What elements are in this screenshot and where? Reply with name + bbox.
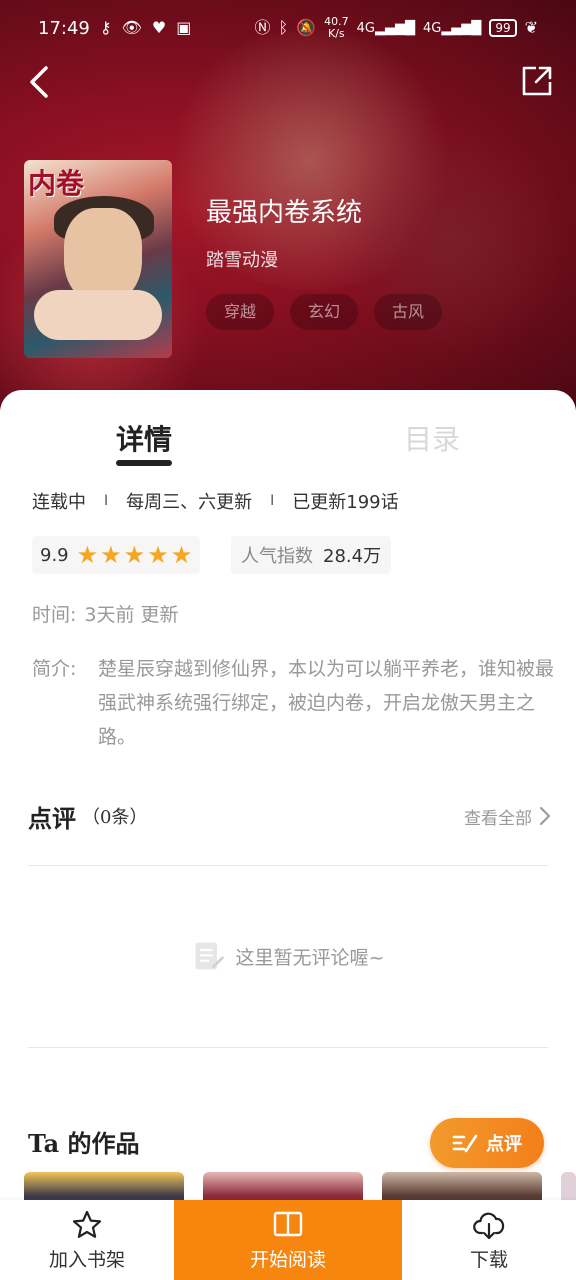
bottom-action-bar: 加入书架 开始阅读 下载 [0,1200,576,1280]
detail-card: 详情 目录 连载中 I 每周三、六更新 I 已更新199话 9.9 ★ ★ ★ … [0,390,576,1280]
status-time: 17:49 [38,17,90,39]
separator: I [270,493,275,509]
serial-status: 连载中 [32,492,86,513]
update-time: 时间: 3天前 更新 [32,600,179,627]
network-speed-unit: K/s [328,27,345,40]
write-review-label: 点评 [486,1134,522,1155]
chevron-right-icon [540,807,550,825]
share-button[interactable] [522,66,552,96]
battery-icon: 99 [489,19,517,37]
add-to-shelf-button[interactable]: 加入书架 [0,1200,174,1280]
tab-catalog[interactable]: 目录 [404,418,460,458]
empty-reviews-text: 这里暂无评论喔~ [235,946,385,969]
download-label: 下载 [469,1248,508,1271]
mute-icon: 🔕 [296,18,317,37]
view-all-reviews-link[interactable]: 查看全部 [464,804,552,829]
chapter-count: 已更新199话 [292,492,399,513]
star-icon: ★ [76,541,99,569]
cover-art [34,290,162,340]
divider [28,865,548,866]
tab-detail-label: 详情 [116,423,173,456]
heart-icon: ♥ [151,18,167,37]
tag-chip[interactable]: 穿越 [206,294,275,330]
synopsis-label: 简介: [32,658,77,680]
signal-label: 4G [356,20,375,36]
nfc-icon: Ⓝ [254,18,271,37]
bluetooth-icon: ᛒ [278,18,289,37]
book-cover[interactable]: 内卷 [24,160,172,358]
tab-detail[interactable]: 详情 [116,418,173,466]
tag-list: 穿越 玄幻 古风 [206,294,443,330]
status-icons-left: ⚷ 👁 ♥ ▣ [100,20,192,36]
tab-bar: 详情 目录 [0,418,576,468]
star-icon: ★ [170,541,193,569]
eye-icon: 👁 [121,18,142,37]
time-value: 3天前 更新 [84,604,179,626]
book-open-icon [273,1211,303,1236]
tag-chip[interactable]: 玄幻 [290,294,359,330]
start-reading-button[interactable]: 开始阅读 [174,1200,402,1280]
signal-icon: 4G▂▄▆█ [356,20,415,36]
popularity-label: 人气指数 [241,546,313,567]
leaf-icon: ❦ [524,18,538,37]
popularity-box: 人气指数 28.4万 [231,536,392,574]
add-to-shelf-label: 加入书架 [48,1248,125,1271]
separator: I [104,493,109,509]
time-label: 时间: [32,604,77,626]
signal-label: 4G [422,20,442,36]
empty-document-icon [195,942,224,970]
download-button[interactable]: 下载 [402,1200,576,1280]
star-rating: ★ ★ ★ ★ ★ [77,543,193,567]
key-icon: ⚷ [99,18,112,37]
back-arrow-icon [30,66,48,98]
pen-icon [452,1134,478,1153]
star-outline-icon [72,1210,102,1238]
review-title: 点评 [28,803,76,833]
cover-title: 内卷 [28,167,85,200]
book-author[interactable]: 踏雪动漫 [206,246,278,272]
star-icon: ★ [123,541,146,569]
tag-chip[interactable]: 古风 [374,294,443,330]
review-count: （0条） [82,807,148,828]
star-icon: ★ [100,541,122,569]
status-icons-right: Ⓝ ᛒ 🔕 40.7 K/s 4G▂▄▆█ 4G▂▄▆█ 99 ❦ [255,16,538,40]
rating-box: 9.9 ★ ★ ★ ★ ★ [32,536,201,574]
divider [28,1047,548,1048]
empty-reviews: 这里暂无评论喔~ [0,938,576,974]
view-all-label: 查看全部 [464,808,532,829]
tab-indicator [116,460,173,466]
start-reading-label: 开始阅读 [249,1248,326,1271]
signal-icon: 4G▂▄▆█ [422,20,482,36]
rating-score: 9.9 [40,544,69,566]
update-schedule: 每周三、六更新 [126,492,253,513]
tab-catalog-label: 目录 [404,423,461,456]
cloud-download-icon [473,1212,505,1239]
review-header: 点评 （0条） 查看全部 [28,796,552,836]
popularity-value: 28.4万 [323,546,382,567]
app-notification-icon: ▣ [176,18,192,37]
write-review-button[interactable]: 点评 [430,1118,544,1168]
author-works-title: Ta 的作品 [28,1129,140,1158]
share-icon [522,66,552,96]
synopsis: 简介: 楚星辰穿越到修仙界，本以为可以躺平养老，谁知被最强武神系统强行绑定，被迫… [32,652,554,754]
book-title: 最强内卷系统 [206,198,363,228]
back-button[interactable] [24,62,60,102]
status-bar: 17:49 ⚷ 👁 ♥ ▣ Ⓝ ᛒ 🔕 40.7 K/s 4G▂▄▆█ 4G▂▄▆… [0,0,576,56]
synopsis-text: 楚星辰穿越到修仙界，本以为可以躺平养老，谁知被最强武神系统强行绑定，被迫内卷，开… [98,658,555,748]
star-icon: ★ [147,541,169,569]
serial-info: 连载中 I 每周三、六更新 I 已更新199话 [32,488,399,514]
network-speed: 40.7 K/s [324,16,349,40]
